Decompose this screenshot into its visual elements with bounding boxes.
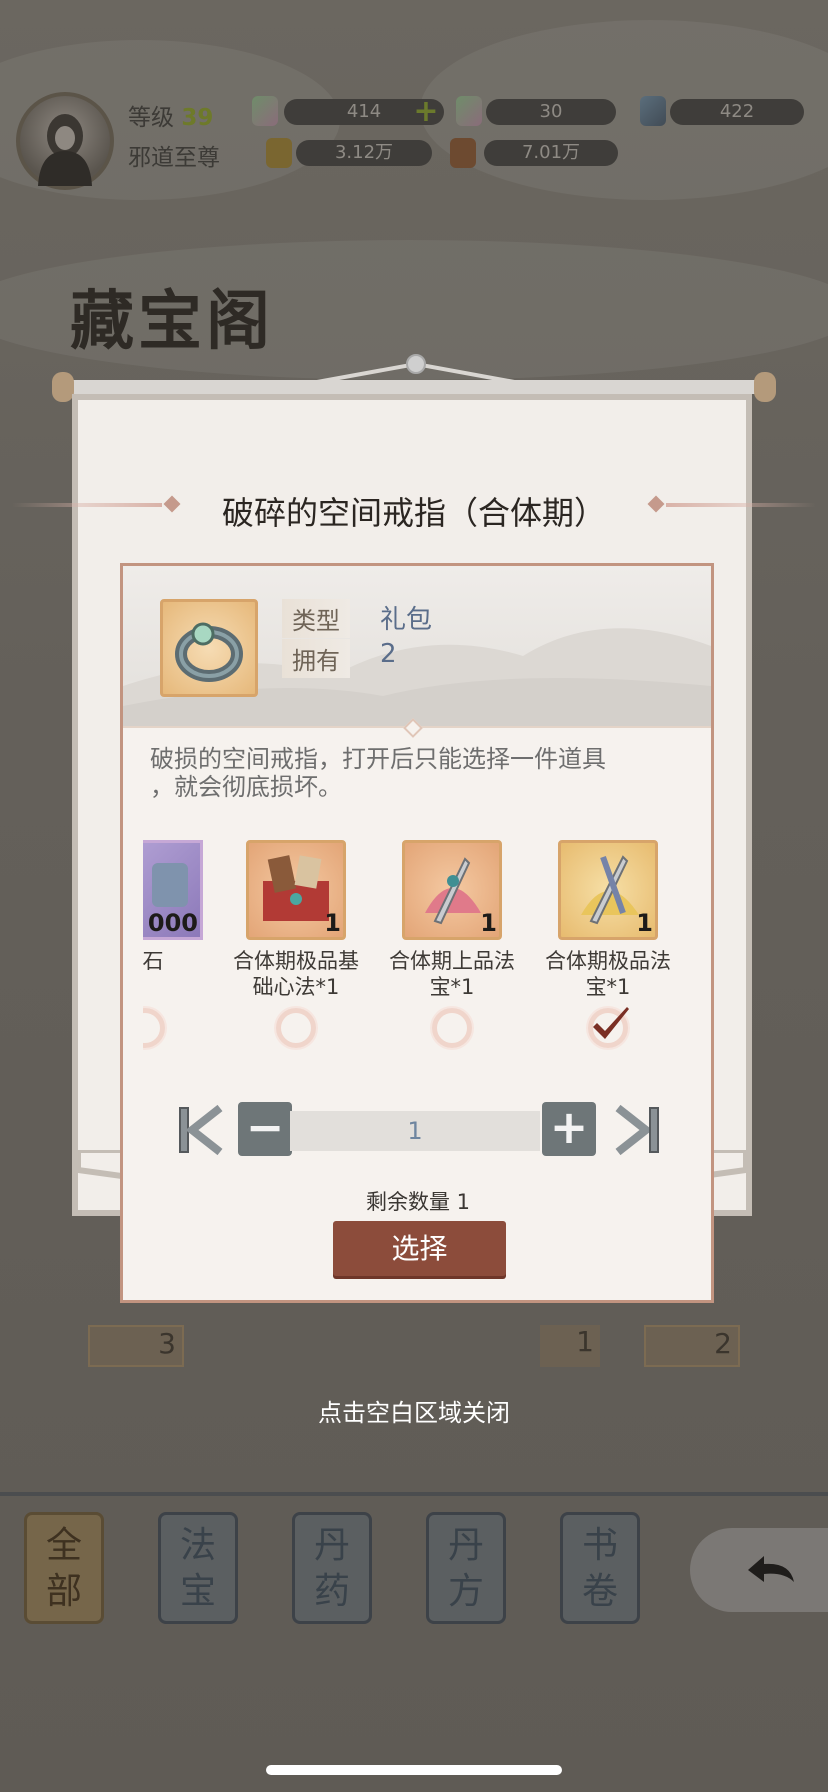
crystal-icon xyxy=(640,96,666,126)
min-quantity-icon[interactable] xyxy=(176,1100,226,1160)
bg-slot-count: 1 xyxy=(540,1325,600,1367)
level-label: 等级 xyxy=(128,105,174,131)
tab-pill[interactable]: 丹 药 xyxy=(292,1512,372,1624)
currency-value-2: 7.01万 xyxy=(521,142,581,163)
type-value: 礼包 xyxy=(380,605,433,635)
gold-icon xyxy=(266,138,292,168)
resource-bar-3: 422 xyxy=(670,99,804,125)
tab-label: 丹 xyxy=(447,1525,484,1566)
home-indicator[interactable] xyxy=(266,1765,562,1775)
title-ornament-right xyxy=(666,503,816,507)
add-resource-icon[interactable]: + xyxy=(412,97,440,127)
tab-label: 书 xyxy=(581,1525,618,1566)
tab-label: 宝 xyxy=(179,1571,216,1612)
plus-icon: + xyxy=(549,1100,589,1154)
meat-icon xyxy=(450,138,476,168)
spirit-stone-icon xyxy=(456,96,482,126)
reward-name-line: 宝*1 xyxy=(585,975,631,999)
bg-slot-count: 2 xyxy=(644,1325,740,1367)
tab-scroll[interactable]: 书 卷 xyxy=(560,1512,640,1624)
reward-list[interactable]: 000 石 1 合体期极品基 础心法*1 1 合体期上品法 宝*1 1 合体期极… xyxy=(143,830,691,1050)
item-description: 破损的空间戒指，打开后只能选择一件道具 ，就会彻底损坏。 xyxy=(150,745,690,801)
item-icon-frame xyxy=(160,599,258,697)
reward-name-line: 合体期极品基 xyxy=(233,949,359,973)
tab-label: 丹 xyxy=(313,1525,350,1566)
player-title: 邪道至尊 xyxy=(128,145,220,171)
description-line: 破损的空间戒指，打开后只能选择一件道具 xyxy=(150,745,606,773)
jade-icon xyxy=(252,96,278,126)
reward-name-line: 宝*1 xyxy=(429,975,475,999)
reward-name-line: 础心法*1 xyxy=(252,975,340,999)
increase-button[interactable]: + xyxy=(542,1102,596,1156)
resource-value-1: 414 xyxy=(346,101,382,122)
reward-icon-frame[interactable]: 000 xyxy=(143,840,203,940)
tab-label: 部 xyxy=(45,1571,82,1612)
currency-bar-1: 3.12万 xyxy=(296,140,432,166)
reward-name: 合体期上品法 宝*1 xyxy=(377,948,527,1000)
close-hint: 点击空白区域关闭 xyxy=(318,1399,510,1427)
tab-all[interactable]: 全 部 xyxy=(24,1512,104,1624)
reward-count: 000 xyxy=(147,909,198,937)
reward-count: 1 xyxy=(480,909,497,937)
back-button[interactable] xyxy=(690,1528,828,1612)
reward-count: 1 xyxy=(636,909,653,937)
reward-count: 1 xyxy=(324,909,341,937)
tab-divider xyxy=(0,1492,828,1496)
tab-label: 全 xyxy=(45,1525,82,1566)
bg-slot-count: 3 xyxy=(88,1325,184,1367)
tab-treasure[interactable]: 法 宝 xyxy=(158,1512,238,1624)
reward-name: 石 xyxy=(143,948,228,974)
reward-name-line: 石 xyxy=(143,949,164,973)
reward-icon-frame[interactable]: 1 xyxy=(246,840,346,940)
owned-value: 2 xyxy=(380,639,397,669)
quantity-value[interactable]: 1 xyxy=(290,1111,540,1151)
level-row: 等级 39 xyxy=(128,98,213,132)
reward-name: 合体期极品法 宝*1 xyxy=(533,948,683,1000)
reward-radio[interactable] xyxy=(276,1008,316,1048)
page-title: 藏宝阁 xyxy=(70,284,274,359)
reward-radio-selected[interactable] xyxy=(588,1007,629,1048)
resource-value-2: 30 xyxy=(539,101,563,122)
back-arrow-icon xyxy=(748,1556,794,1582)
tab-recipe[interactable]: 丹 方 xyxy=(426,1512,506,1624)
tab-label: 法 xyxy=(179,1525,216,1566)
reward-name: 合体期极品基 础心法*1 xyxy=(221,948,371,1000)
type-label: 类型 xyxy=(282,599,350,638)
title-ornament-left xyxy=(12,503,162,507)
ring-icon xyxy=(175,622,243,682)
remaining-count: 剩余数量 1 xyxy=(365,1190,471,1214)
max-quantity-icon[interactable] xyxy=(612,1100,662,1160)
level-value: 39 xyxy=(181,105,214,131)
choose-button[interactable]: 选择 xyxy=(333,1221,506,1276)
scroll-rod-end xyxy=(52,372,74,402)
dialog-title: 破碎的空间戒指（合体期） xyxy=(221,494,606,532)
checkmark-icon xyxy=(593,1007,629,1039)
decrease-button[interactable]: − xyxy=(238,1102,292,1156)
stone-icon xyxy=(152,863,188,907)
description-line: ，就会彻底损坏。 xyxy=(150,773,342,801)
minus-icon: − xyxy=(245,1100,285,1154)
currency-bar-2: 7.01万 xyxy=(484,140,618,166)
player-avatar[interactable] xyxy=(16,92,114,190)
owned-label: 拥有 xyxy=(282,639,350,678)
currency-value-1: 3.12万 xyxy=(334,142,394,163)
scroll-rod-end xyxy=(754,372,776,402)
reward-name-line: 合体期极品法 xyxy=(545,949,671,973)
tab-label: 方 xyxy=(447,1571,484,1612)
reward-name-line: 合体期上品法 xyxy=(389,949,515,973)
reward-radio[interactable] xyxy=(432,1008,472,1048)
reward-radio[interactable] xyxy=(143,1008,165,1048)
reward-icon-frame[interactable]: 1 xyxy=(558,840,658,940)
resource-bar-2: 30 xyxy=(486,99,616,125)
resource-value-3: 422 xyxy=(719,101,755,122)
tab-label: 卷 xyxy=(581,1571,618,1612)
tab-label: 药 xyxy=(313,1571,350,1612)
reward-icon-frame[interactable]: 1 xyxy=(402,840,502,940)
